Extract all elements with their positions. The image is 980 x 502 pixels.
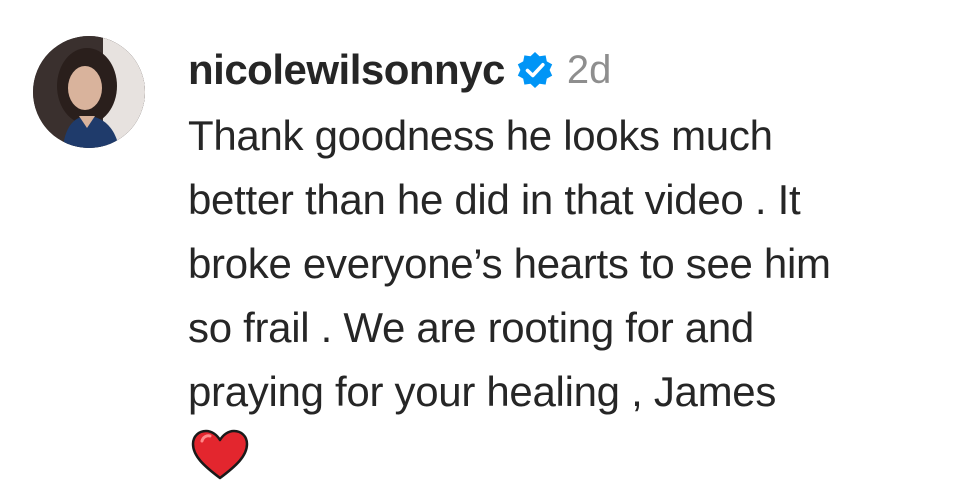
comment-body: nicolewilsonnyc 2d Thank goodness he loo…	[188, 44, 968, 482]
comment: nicolewilsonnyc 2d Thank goodness he loo…	[0, 0, 980, 502]
username-link[interactable]: nicolewilsonnyc	[188, 44, 505, 96]
verified-badge-icon	[517, 52, 553, 88]
timestamp[interactable]: 2d	[567, 44, 612, 96]
comment-text: Thank goodness he looks much better than…	[188, 112, 831, 415]
comment-header: nicolewilsonnyc 2d	[188, 44, 968, 96]
red-heart-icon	[191, 429, 249, 480]
avatar[interactable]	[33, 36, 145, 148]
profile-photo-icon	[33, 36, 145, 148]
